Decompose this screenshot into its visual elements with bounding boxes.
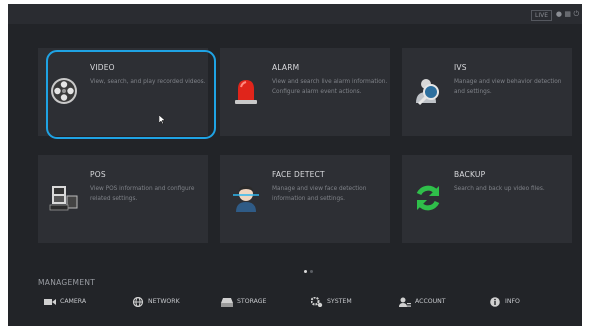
sync-arrows-icon [416,185,440,211]
network-globe-icon [132,297,144,307]
selection-highlight [46,50,216,139]
live-badge[interactable]: LIVE [530,10,552,21]
camera-icon [44,299,56,305]
power-icon[interactable]: ⏻ [573,10,579,19]
mgmt-system-button[interactable]: SYSTEM [311,296,352,308]
tile-title: IVS [454,63,467,72]
tile-description: Manage and view behavior detection and s… [454,79,562,95]
tile-title: POS [90,170,106,179]
account-icon [399,297,411,307]
mgmt-item-label: CAMERA [60,298,87,305]
tile-description: View and search live alarm information. … [272,79,388,95]
user-icon[interactable]: ● [556,10,562,19]
mgmt-network-button[interactable]: NETWORK [132,296,180,308]
page-dot-active[interactable] [304,270,307,273]
mgmt-item-label: STORAGE [237,298,267,305]
info-icon [490,297,500,307]
management-label: MANAGEMENT [38,278,96,287]
tile-title: ALARM [272,63,300,72]
mgmt-item-label: NETWORK [148,298,180,305]
main-menu-screen: LIVE ● ▦ ⏻ VIDEO View, search, and play … [8,4,582,326]
storage-icon [221,298,233,307]
mgmt-camera-button[interactable]: CAMERA [44,296,86,308]
tile-description: Search and back up video files. [454,186,545,192]
face-scan-icon [233,186,259,212]
mgmt-storage-button[interactable]: STORAGE [221,296,266,308]
mgmt-info-button[interactable]: INFO [489,296,520,308]
layout-icon[interactable]: ▦ [564,10,571,19]
person-magnifier-icon [416,79,439,106]
tile-title: FACE DETECT [272,170,325,179]
tile-backup[interactable]: BACKUP Search and back up video files. [402,155,572,243]
mgmt-account-button[interactable]: ACCOUNT [399,296,446,308]
mouse-cursor-icon [159,115,165,124]
page-dot[interactable] [310,270,313,273]
tile-description: Manage and view face detection informati… [272,186,367,202]
mgmt-item-label: SYSTEM [327,298,352,305]
tile-pos[interactable]: POS View POS information and configure r… [38,155,208,243]
page-indicator [304,258,316,277]
mgmt-item-label: INFO [505,298,520,305]
tile-alarm[interactable]: ALARM View and search live alarm informa… [220,48,390,136]
tile-ivs[interactable]: IVS Manage and view behavior detection a… [402,48,572,136]
top-bar: LIVE ● ▦ ⏻ [8,4,582,24]
siren-icon [235,80,257,104]
gears-icon [311,297,323,307]
mgmt-item-label: ACCOUNT [415,298,446,305]
tile-description: View POS information and configure relat… [90,186,195,202]
pos-terminal-icon [49,186,78,211]
tile-face-detect[interactable]: FACE DETECT Manage and view face detecti… [220,155,390,243]
tile-title: BACKUP [454,170,486,179]
